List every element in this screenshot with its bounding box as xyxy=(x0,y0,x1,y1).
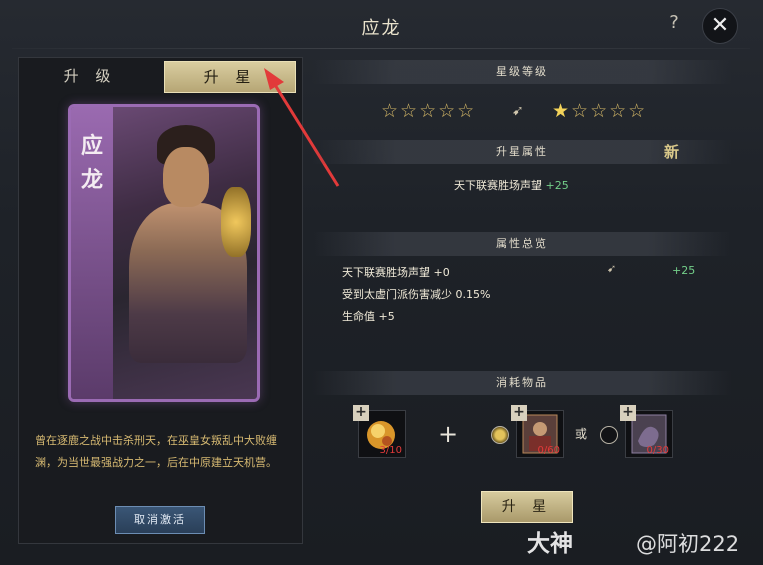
watermark-user: @阿初222 xyxy=(636,532,740,556)
card-name-char-1: 应 xyxy=(80,133,103,159)
item-count: 0/60 xyxy=(537,445,560,456)
option-radio-2[interactable] xyxy=(600,426,618,444)
add-item-icon[interactable]: + xyxy=(511,405,527,421)
attr-overview-header: 属性总览 xyxy=(312,232,732,256)
empty-stars-icon: ☆☆☆☆ xyxy=(571,100,648,122)
consumable-slot-hero-card[interactable]: + 0/60 xyxy=(511,405,564,458)
consumable-slot-dragon-card[interactable]: + 0/30 xyxy=(620,405,673,458)
overview-row-2: 受到太虚门派伤害减少 0.15% xyxy=(342,288,491,301)
watermark-brand: 大神 xyxy=(527,531,573,557)
plus-sign: + xyxy=(438,420,459,448)
add-item-icon[interactable]: + xyxy=(620,405,636,421)
overview-row-1: 天下联赛胜场声望 +0 xyxy=(342,266,450,279)
tab-level-up[interactable]: 升 级 xyxy=(25,61,155,91)
next-star-rating: ★☆☆☆☆ xyxy=(552,100,647,122)
or-label: 或 xyxy=(575,427,588,441)
help-icon[interactable]: ? xyxy=(664,12,684,33)
close-button[interactable]: ✕ xyxy=(702,8,738,44)
upgrade-attr-row: 天下联赛胜场声望 +25 xyxy=(454,177,569,193)
consumables-header: 消耗物品 xyxy=(312,371,732,395)
header-divider xyxy=(12,48,750,49)
hero-figure-head xyxy=(163,147,209,207)
card-name-char-2: 龙 xyxy=(80,167,103,193)
add-item-icon[interactable]: + xyxy=(353,405,369,421)
hero-gold-ornament xyxy=(221,187,251,257)
star-level-header: 星级等级 xyxy=(312,60,732,84)
hero-bio: 曾在逐鹿之战中击杀刑天，在巫皇女叛乱中大败缠渊，为当世最强战力之一，后在中原建立… xyxy=(35,434,277,469)
consumable-slot-gold-orb[interactable]: + 3/10 xyxy=(353,405,406,458)
hero-card: 应 龙 xyxy=(68,104,260,402)
overview-row-1-plus: +25 xyxy=(672,264,696,277)
option-radio-1[interactable] xyxy=(491,426,509,444)
star-transition-icon: ➹ xyxy=(512,103,524,119)
item-count: 3/10 xyxy=(379,445,402,456)
overview-row-3: 生命值 +5 xyxy=(342,310,395,323)
upgrade-attr-name: 天下联赛胜场声望 xyxy=(454,179,542,192)
card-name: 应 龙 xyxy=(77,129,107,197)
cancel-activate-button[interactable]: 取消激活 xyxy=(115,506,205,534)
star-up-button[interactable]: 升 星 xyxy=(481,491,573,523)
item-count: 0/30 xyxy=(646,445,669,456)
overview-arrow-icon: ➹ xyxy=(607,262,617,275)
new-badge: 新 xyxy=(664,143,680,161)
window-title: 应龙 xyxy=(361,18,402,39)
current-star-rating: ☆☆☆☆☆ xyxy=(381,100,477,122)
upgrade-attr-value: +25 xyxy=(545,179,569,192)
filled-star-icon: ★ xyxy=(552,100,572,122)
